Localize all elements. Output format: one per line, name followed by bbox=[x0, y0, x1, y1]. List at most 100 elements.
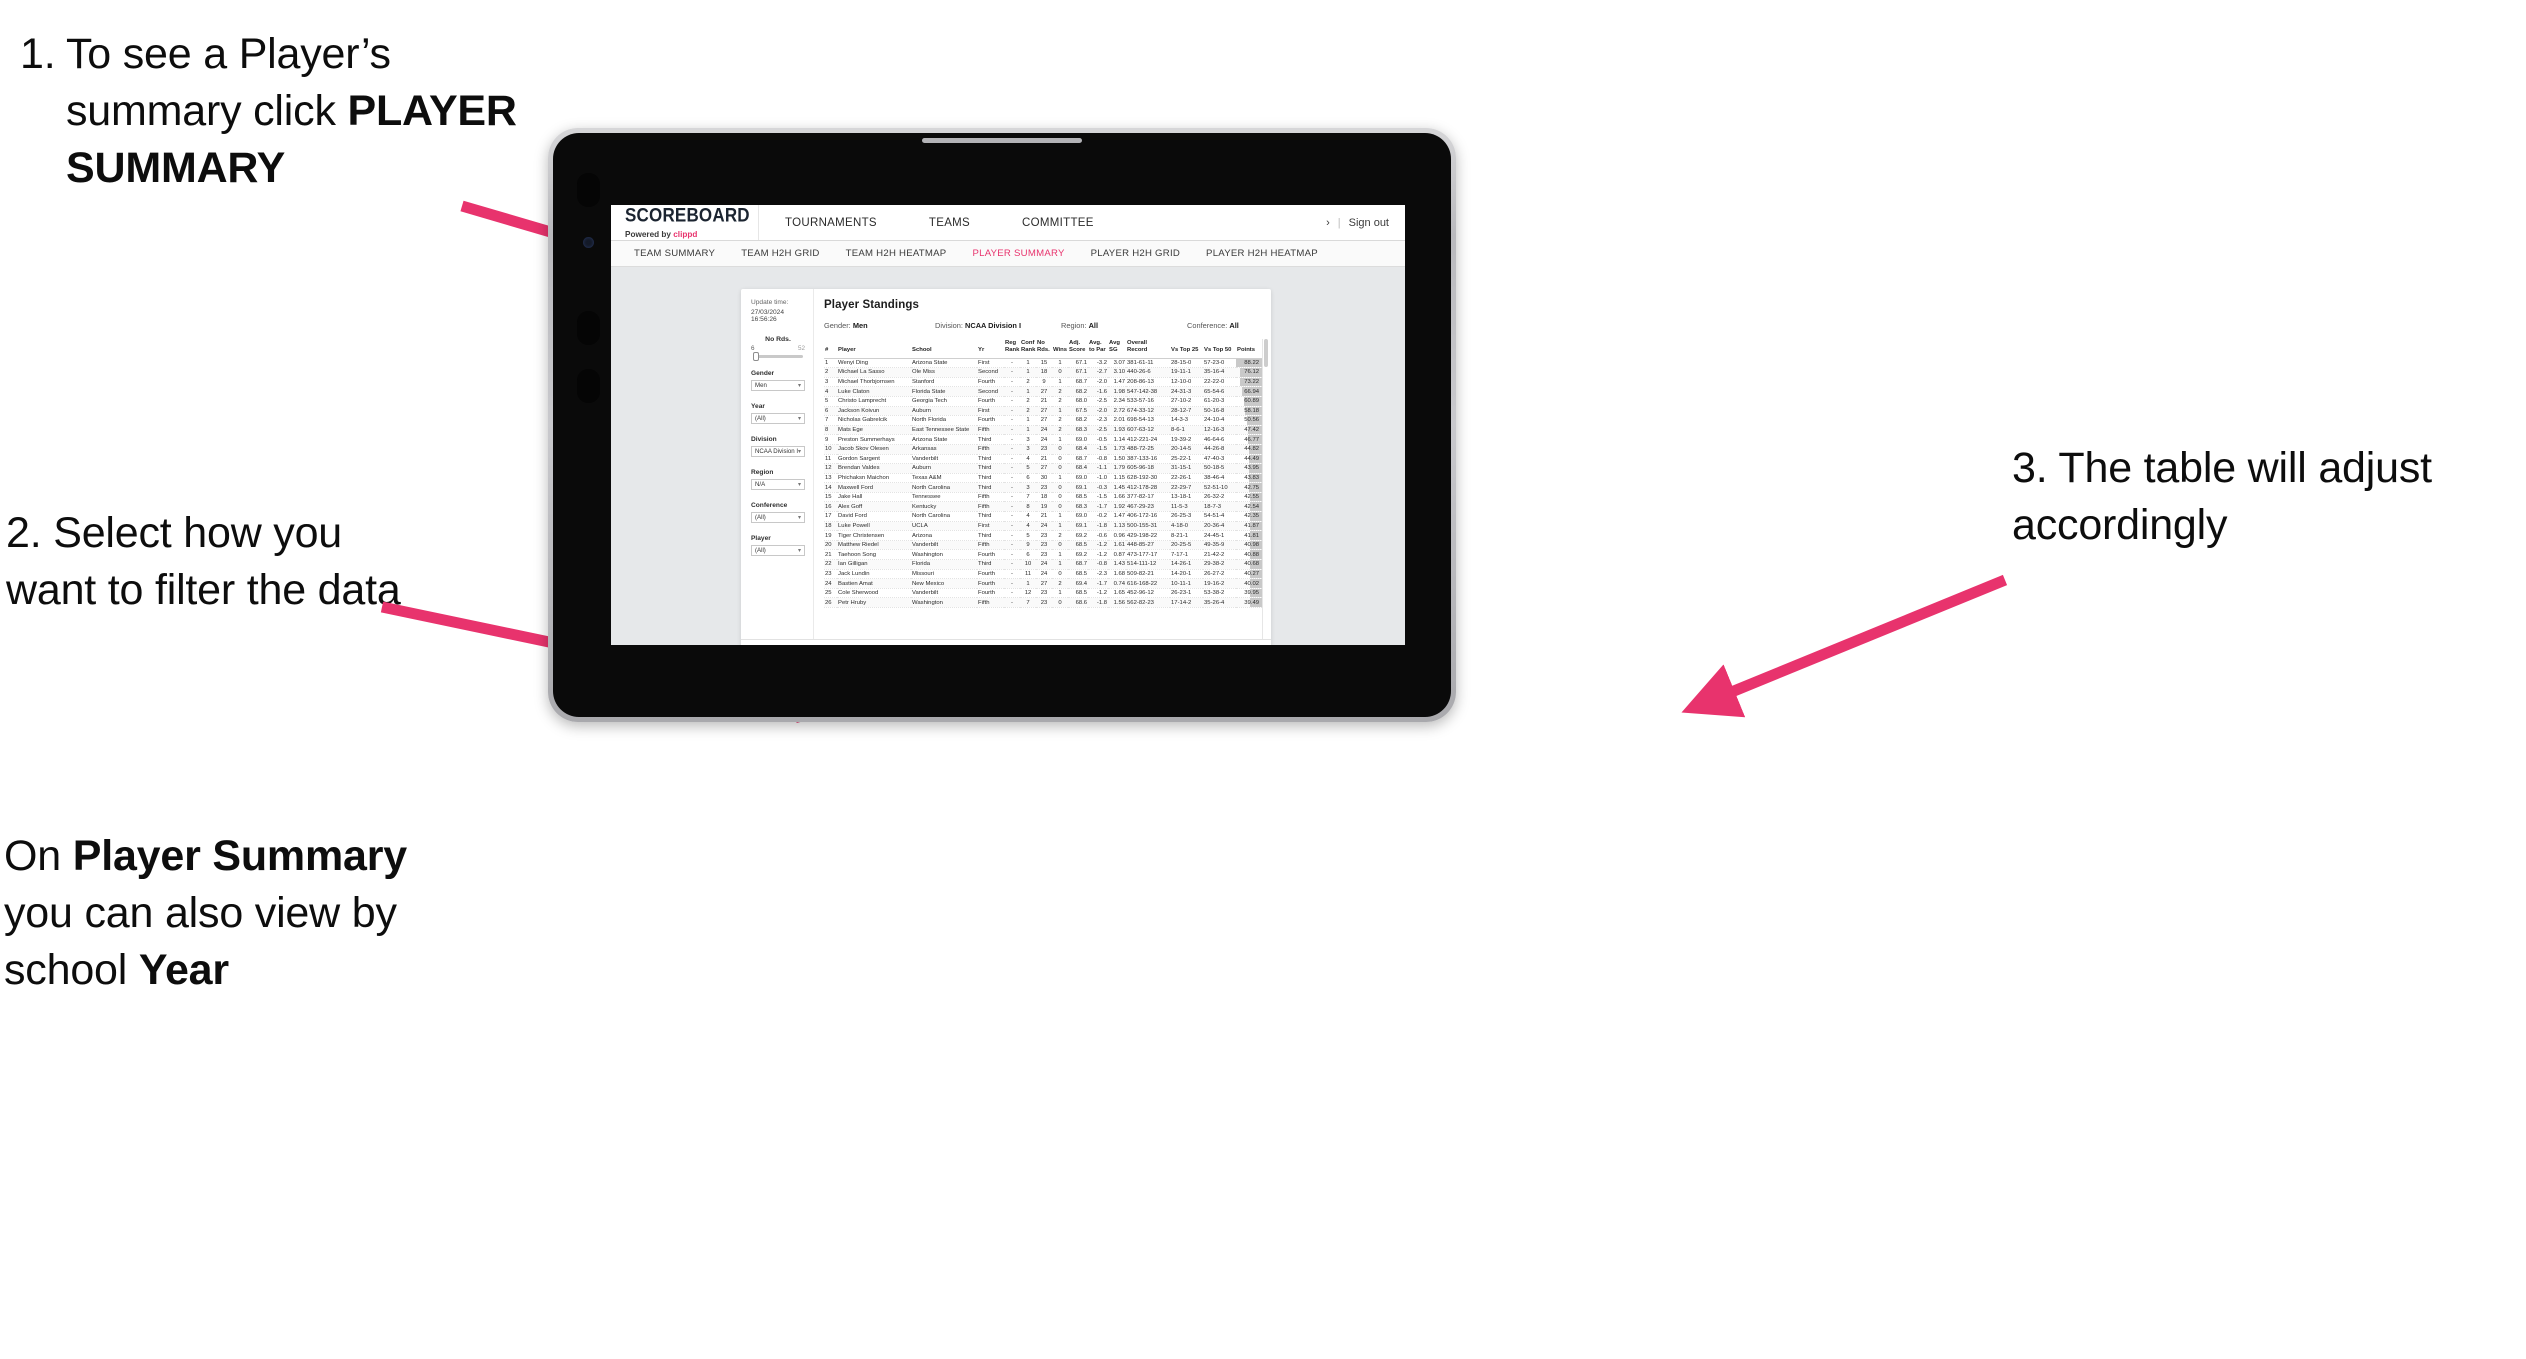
cell-wins: 2 bbox=[1052, 578, 1069, 589]
filter-gender-value: Men bbox=[755, 382, 767, 389]
annotation-3-pre: On bbox=[4, 832, 73, 880]
cell-reg-rank: - bbox=[1004, 501, 1021, 513]
table-row[interactable]: 1 Wenyi Ding Arizona State First -1 15 1 67.1 -3… bbox=[824, 358, 1262, 369]
table-row[interactable]: 18 Luke Powell UCLA First -4 24 1 69.1 -1.8 1.13 5… bbox=[824, 521, 1262, 532]
tab-player-h2h-heatmap[interactable]: PLAYER H2H HEATMAP bbox=[1193, 248, 1331, 259]
table-row[interactable]: 19 Tiger Christensen Arizona Third -5 23 2 69.2… bbox=[824, 530, 1262, 541]
filter-region-select[interactable]: N/A ▾ bbox=[751, 479, 806, 490]
cell-points: 40.88 bbox=[1236, 549, 1262, 561]
col-player[interactable]: Player bbox=[837, 339, 912, 359]
brand-logo[interactable]: SCOREBOARD Powered by clippd bbox=[611, 205, 759, 240]
cell-reg-rank: - bbox=[1004, 473, 1021, 484]
cell-conf-rank: 10 bbox=[1020, 559, 1037, 570]
filter-division-label: Division bbox=[751, 436, 777, 443]
table-row[interactable]: 14 Maxwell Ford North Carolina Third -3 23 0 69… bbox=[824, 482, 1262, 493]
cell-overall-record: 500-155-31 bbox=[1126, 521, 1171, 532]
col-school[interactable]: School bbox=[911, 339, 978, 359]
tab-team-summary[interactable]: TEAM SUMMARY bbox=[621, 248, 728, 259]
cell-rank: 3 bbox=[824, 377, 838, 388]
col-points[interactable]: Points bbox=[1236, 339, 1262, 359]
filter-conference-select[interactable]: (All) ▾ bbox=[751, 512, 806, 523]
cell-avg-to-par: -0.8 bbox=[1088, 559, 1109, 570]
cell-wins: 2 bbox=[1052, 425, 1069, 436]
table-row[interactable]: 12 Brendan Valdes Auburn Third -5 27 0 68.4 -1.1… bbox=[824, 463, 1262, 474]
cell-avg-sg: 0.74 bbox=[1108, 578, 1127, 589]
cell-points: 47.42 bbox=[1236, 425, 1262, 436]
table-row[interactable]: 21 Taehoon Song Washington Fourth -6 23 1 69.2-… bbox=[824, 549, 1262, 561]
table-row[interactable]: 2 Michael La Sasso Ole Miss Second -1 18 0 67.1… bbox=[824, 367, 1262, 378]
cell-adj-score: 68.3 bbox=[1068, 501, 1089, 513]
tab-player-summary[interactable]: PLAYER SUMMARY bbox=[959, 248, 1077, 259]
col-overall-record[interactable]: Overall Record bbox=[1126, 339, 1171, 359]
table-row[interactable]: 11 Gordon Sargent Vanderbilt Third -4 21 0 68.7… bbox=[824, 454, 1262, 465]
cell-school: Washington bbox=[911, 549, 978, 561]
col-avg-sg[interactable]: Avg SG bbox=[1108, 339, 1127, 359]
table-row[interactable]: 5 Christo Lamprecht Georgia Tech Fourth -2 21… bbox=[824, 396, 1262, 407]
cell-rank: 12 bbox=[824, 463, 838, 474]
table-row[interactable]: 7 Nicholas Gabrelcik North Florida Fourth -1… bbox=[824, 415, 1262, 426]
col-adj-score[interactable]: Adj. Score bbox=[1068, 339, 1089, 359]
col-wins[interactable]: Wins bbox=[1052, 339, 1069, 359]
col-vs-top-25[interactable]: Vs Top 25 bbox=[1170, 339, 1204, 359]
no-rds-slider[interactable] bbox=[753, 352, 804, 361]
points-value: 41.87 bbox=[1244, 522, 1260, 529]
table-row[interactable]: 15 Jake Hall Tennessee Fifth -7 18 0 68.5 -1.5 1.… bbox=[824, 492, 1262, 503]
tab-player-h2h-grid[interactable]: PLAYER H2H GRID bbox=[1078, 248, 1193, 259]
tab-team-h2h-heatmap[interactable]: TEAM H2H HEATMAP bbox=[833, 248, 960, 259]
table-row[interactable]: 3 Michael Thorbjornsen Stanford Fourth -2 9 1 6… bbox=[824, 377, 1262, 388]
table-row[interactable]: 13 Phichaksn Maichon Texas A&M Third -6 30 1 69… bbox=[824, 473, 1262, 484]
sign-out-button[interactable]: Sign out bbox=[1349, 217, 1389, 229]
col-vs-top-50[interactable]: Vs Top 50 bbox=[1203, 339, 1237, 359]
col-reg-rank[interactable]: Reg Rank bbox=[1004, 339, 1021, 359]
col-no-rds[interactable]: No Rds. bbox=[1036, 339, 1053, 359]
filter-division-select[interactable]: NCAA Division I ▾ bbox=[751, 446, 806, 457]
table-row[interactable]: 24 Bastien Amat New Mexico Fourth -1 27 2 69.4-… bbox=[824, 578, 1262, 589]
cell-adj-score: 68.6 bbox=[1068, 597, 1089, 608]
filter-year-label: Year bbox=[751, 403, 765, 410]
table-row[interactable]: 26 Petr Hruby Washington Fifth -7 23 0 68.6 -1.8… bbox=[824, 597, 1262, 608]
table-row[interactable]: 16 Alex Goff Kentucky Fifth -8 19 0 68.3 -1.7 1.9… bbox=[824, 501, 1262, 513]
table-scrollbar-thumb[interactable] bbox=[1263, 339, 1268, 367]
table-row[interactable]: 22 Ian Gilligan Florida Third -10 24 1 68.7 -0.8… bbox=[824, 559, 1262, 570]
cell-avg-to-par: -1.2 bbox=[1088, 588, 1109, 599]
cell-avg-to-par: -0.8 bbox=[1088, 454, 1109, 465]
chevron-right-icon[interactable]: › bbox=[1326, 217, 1330, 229]
cell-school: Vanderbilt bbox=[911, 540, 978, 551]
nav-tournaments[interactable]: TOURNAMENTS bbox=[759, 205, 903, 241]
cell-vs-top-50: 20-36-4 bbox=[1203, 521, 1237, 532]
no-rds-slider-handle[interactable] bbox=[753, 352, 759, 361]
table-row[interactable]: 4 Luke Claton Florida State Second -1 27 2 68.2… bbox=[824, 386, 1262, 397]
nav-committee[interactable]: COMMITTEE bbox=[996, 205, 1120, 241]
table-row[interactable]: 20 Matthew Riedel Vanderbilt Fifth -9 23 0 68.5… bbox=[824, 540, 1262, 551]
table-row[interactable]: 10 Jacob Skov Olesen Arkansas Fifth -3 23 0 68.… bbox=[824, 444, 1262, 455]
table-row[interactable]: 9 Preston Summerhays Arizona State Third -3 2… bbox=[824, 434, 1262, 445]
table-row[interactable]: 8 Mats Ege East Tennessee State Fifth -1 24 2 6… bbox=[824, 425, 1262, 436]
cell-points: 46.77 bbox=[1236, 434, 1262, 445]
tab-team-h2h-grid[interactable]: TEAM H2H GRID bbox=[728, 248, 832, 259]
table-row[interactable]: 17 David Ford North Carolina Third -4 21 1 69.0… bbox=[824, 511, 1262, 522]
col-conf-rank[interactable]: Conf Rank bbox=[1020, 339, 1037, 359]
table-scrollbar[interactable] bbox=[1261, 339, 1268, 639]
filter-year-value: (All) bbox=[755, 415, 766, 422]
chevron-down-icon: ▾ bbox=[798, 449, 802, 455]
filter-year-select[interactable]: (All) ▾ bbox=[751, 413, 806, 424]
col-avg-to-par[interactable]: Avg. to Par bbox=[1088, 339, 1109, 359]
cell-rank: 20 bbox=[824, 540, 838, 551]
table-row[interactable]: 25 Cole Sherwood Vanderbilt Fourth -12 23 1 68.… bbox=[824, 588, 1262, 599]
filter-player-select[interactable]: (All) ▾ bbox=[751, 545, 806, 556]
cell-adj-score: 68.7 bbox=[1068, 559, 1089, 570]
cell-points: 42.75 bbox=[1236, 482, 1262, 493]
cell-vs-top-25: 28-15-0 bbox=[1170, 358, 1204, 369]
cell-reg-rank: - bbox=[1004, 482, 1021, 493]
col-yr[interactable]: Yr bbox=[977, 339, 1005, 359]
table-row[interactable]: 23 Jack Lundin Missouri Fourth -11 24 0 68.5 -2.… bbox=[824, 569, 1262, 580]
cell-avg-to-par: -0.3 bbox=[1088, 482, 1109, 493]
meta-region-label: Region: bbox=[1061, 321, 1087, 330]
filter-gender-select[interactable]: Men ▾ bbox=[751, 380, 806, 391]
table-row[interactable]: 6 Jackson Koivun Auburn First -2 27 1 67.5 -2.0 2… bbox=[824, 406, 1262, 417]
col-rank[interactable]: # bbox=[824, 339, 838, 359]
nav-teams[interactable]: TEAMS bbox=[903, 205, 996, 241]
cell-avg-to-par: -2.0 bbox=[1088, 406, 1109, 417]
cell-vs-top-25: 11-5-3 bbox=[1170, 501, 1204, 513]
meta-division: Division: NCAA Division I bbox=[935, 321, 1055, 330]
